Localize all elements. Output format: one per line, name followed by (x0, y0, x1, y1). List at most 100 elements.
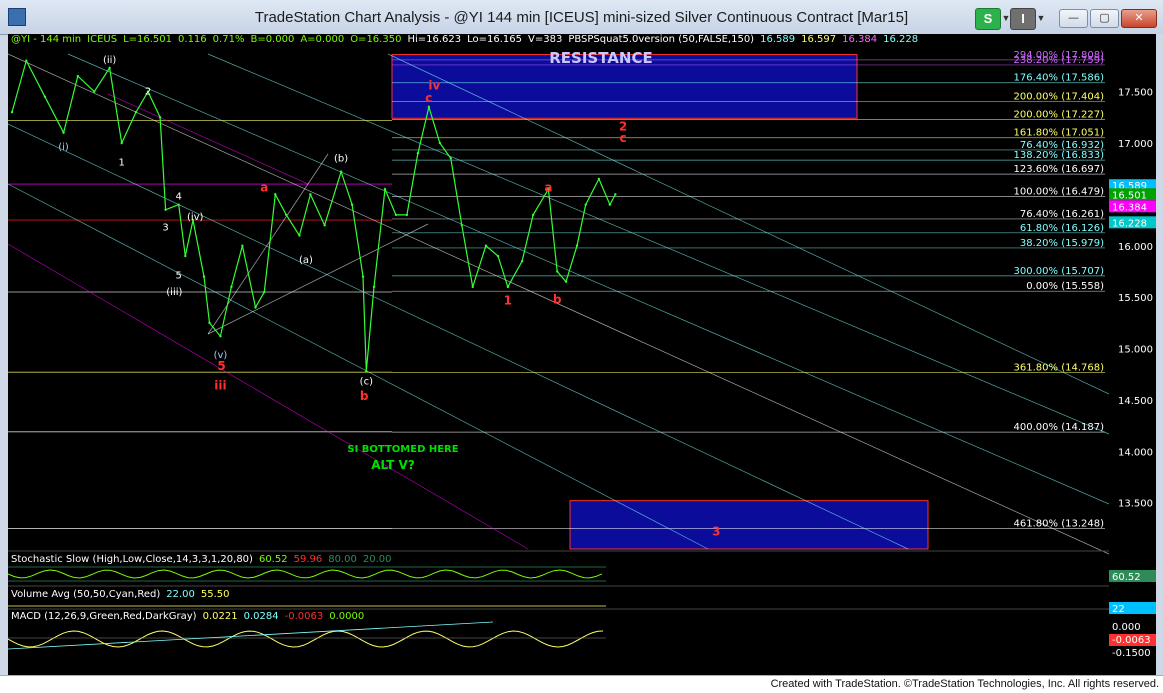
fib-label-13: 300.00% (15.707) (1014, 266, 1105, 277)
price-point-18 (230, 285, 233, 289)
price-point-38 (449, 157, 452, 160)
wave-label-15: (c) (360, 377, 373, 388)
price-point-33 (394, 213, 398, 217)
price-tick-4: 15.500 (1118, 293, 1153, 304)
price-tick-1: 17.000 (1118, 139, 1153, 150)
zone-rect-1 (569, 500, 929, 550)
macd-title: MACD (12,26,9,Green,Red,DarkGray) (11, 611, 197, 622)
wave-label-7: 5 (176, 271, 182, 282)
price-point-11 (164, 208, 167, 211)
header-ask: A=0.000 (300, 34, 345, 45)
price-point-48 (564, 280, 568, 283)
header-high: Hi=16.623 (407, 34, 462, 45)
alt-v-label: ALT V? (371, 458, 415, 472)
wave-label-20: c (619, 131, 626, 145)
wave-label-1: (ii) (103, 55, 116, 66)
price-point-17 (219, 335, 222, 338)
header-v3: 16.384 (842, 34, 878, 45)
price-point-12 (177, 203, 180, 206)
fib-label-4: 200.00% (17.227) (1014, 110, 1105, 121)
maximize-button[interactable]: ▢ (1090, 9, 1119, 28)
wave-label-12: a (260, 180, 268, 194)
stoch-tag: 60.52 (1112, 572, 1141, 583)
price-point-2 (43, 95, 47, 98)
price-point-44 (520, 259, 524, 263)
macd-v4: 0.0000 (329, 611, 365, 622)
price-tick-8: 13.500 (1118, 499, 1153, 510)
channel-line-6 (7, 243, 529, 550)
stochastic-label: Stochastic Slow (High,Low,Close,14,3,3,1… (11, 554, 398, 565)
header-pct: 0.71% (212, 34, 245, 45)
wave-label-24: 3 (712, 525, 720, 539)
channel-line-2 (7, 183, 709, 550)
channel-line-1 (7, 123, 909, 550)
price-point-1 (25, 59, 28, 62)
price-point-13 (184, 254, 187, 258)
price-point-21 (263, 290, 266, 294)
wave-label-21: a (544, 180, 552, 194)
footer: Created with TradeStation. ©TradeStation… (0, 675, 1163, 693)
volume-label: Volume Avg (50,50,Cyan,Red) 22.00 55.50 (11, 589, 236, 600)
price-point-22 (274, 193, 277, 196)
price-point-39 (460, 223, 463, 227)
macd-line (7, 630, 604, 648)
fib-label-11: 61.80% (16.126) (1020, 223, 1104, 234)
macd-tag-1: -0.0063 (1112, 635, 1151, 646)
price-point-7 (120, 141, 123, 145)
fib-label-9: 100.00% (16.479) (1014, 187, 1105, 198)
price-point-29 (361, 275, 365, 278)
price-point-8 (134, 110, 138, 114)
price-tick-5: 15.000 (1118, 345, 1153, 356)
price-tick-0: 17.500 (1118, 88, 1153, 99)
wave-label-3: 2 (145, 87, 151, 98)
wave-label-18: c (425, 91, 432, 105)
header-change: 0.116 (178, 34, 207, 45)
fib-label-1: 238.20% (17.759) (1014, 55, 1105, 66)
price-point-23 (285, 213, 288, 217)
wave-label-13: (a) (299, 255, 313, 266)
resistance-label: RESISTANCE (549, 49, 652, 67)
fib-label-14: 0.00% (15.558) (1026, 281, 1104, 292)
vol-tag: 22 (1112, 604, 1125, 615)
header-v2: 16.597 (801, 34, 837, 45)
price-tick-7: 14.000 (1118, 447, 1153, 458)
header-v1: 16.589 (760, 34, 796, 45)
price-point-30 (365, 369, 368, 373)
price-axis-svg: 17.50017.00016.50016.00015.50015.00014.5… (1109, 88, 1156, 659)
price-point-43 (506, 285, 510, 289)
minimize-button[interactable]: — (1059, 9, 1088, 28)
header-symbol: @YI - 144 min (11, 34, 82, 45)
price-point-28 (350, 203, 354, 206)
fib-label-16: 400.00% (14.187) (1014, 422, 1105, 433)
wave-label-23: b (553, 292, 562, 306)
price-point-32 (383, 188, 387, 191)
stoch-v1: 60.52 (258, 554, 288, 565)
macd-v3: -0.0063 (284, 611, 324, 622)
price-chart-svg[interactable]: 294.00% (17.808)238.20% (17.759)176.40% … (7, 34, 1110, 675)
price-axis[interactable]: 17.50017.00016.50016.00015.50015.00014.5… (1109, 34, 1156, 675)
close-button[interactable]: ✕ (1121, 9, 1157, 28)
wave-label-2: 1 (119, 158, 125, 169)
price-point-51 (597, 177, 601, 181)
wave-label-14: (b) (334, 153, 348, 164)
price-point-0 (10, 110, 14, 114)
price-point-50 (584, 203, 587, 206)
price-point-37 (438, 141, 442, 145)
price-point-49 (575, 244, 579, 247)
price-point-19 (241, 244, 244, 247)
i-button[interactable]: I (1010, 8, 1036, 30)
stoch-v4: 20.00 (362, 554, 392, 565)
s-button[interactable]: S (975, 8, 1001, 30)
price-point-24 (298, 234, 301, 237)
price-tick-3: 16.000 (1118, 242, 1153, 253)
price-point-15 (202, 275, 206, 278)
i-dropdown-icon[interactable]: ▼ (1035, 8, 1047, 28)
price-point-26 (323, 223, 326, 227)
si-bottomed-label: SI BOTTOMED HERE (347, 444, 458, 455)
channel-line-3 (67, 53, 1110, 505)
chart-area[interactable]: 294.00% (17.808) 238.20% (17.759) 176.40% … (7, 34, 1110, 675)
maximize-icon: ▢ (1099, 11, 1110, 24)
price-point-5 (93, 90, 96, 93)
macd-tag-2: -0.1500 (1112, 648, 1151, 659)
header-v4: 16.228 (883, 34, 919, 45)
